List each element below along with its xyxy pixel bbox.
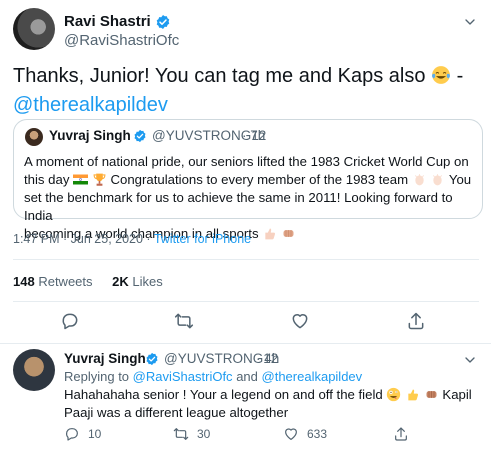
tweet-meta: 1:47 PM · Jun 25, 2020 · Twitter for iPh… (13, 232, 251, 246)
thumbs-up-icon (265, 228, 276, 240)
quote-line: Congratulations to every member of the 1… (110, 172, 409, 187)
avatar[interactable] (13, 8, 55, 50)
replying-to: Replying to @RaviShastriOfc and @thereal… (64, 369, 362, 384)
retweet-count: 30 (197, 427, 211, 441)
share-icon[interactable] (406, 311, 426, 331)
verified-badge-icon (156, 15, 170, 29)
avatar[interactable] (13, 349, 55, 391)
tweet-text: Thanks, Junior! You can tag me and Kaps … (13, 62, 483, 120)
quote-text: A moment of national pride, our seniors … (24, 153, 476, 243)
likes-count: 2K (112, 274, 129, 289)
mention-link[interactable]: @therealkapildev (262, 369, 363, 384)
retweets-stat[interactable]: 148 Retweets (13, 274, 93, 289)
trophy-icon (93, 173, 106, 186)
reply-line: Hahahahaha senior ! Your a legend on and… (64, 387, 383, 402)
reply-share-action[interactable] (393, 426, 417, 442)
divider (13, 301, 479, 302)
section-divider (0, 343, 491, 344)
quote-line: set the benchmark for us to achieve the … (24, 190, 453, 223)
verified-badge-icon (146, 352, 158, 366)
quoted-tweet[interactable]: Yuvraj Singh @YUVSTRONG12 · 7h A moment … (13, 119, 483, 241)
replying-and: and (236, 369, 258, 384)
like-count: 633 (307, 427, 328, 441)
reply-line: Paaji was a different league altogether (64, 405, 289, 420)
likes-stat[interactable]: 2K Likes (112, 274, 163, 289)
reply-text: Hahahahaha senior ! Your a legend on and… (64, 386, 474, 422)
author-name[interactable]: Ravi Shastri (64, 13, 151, 30)
tweet-text-dash: - (456, 65, 464, 87)
reply-retweet-action[interactable]: 30 (173, 426, 210, 442)
quote-author-name: Yuvraj Singh (49, 128, 131, 143)
clapping-hands-icon (414, 174, 424, 186)
quote-line: this day (24, 172, 70, 187)
thumbs-up-icon (408, 389, 419, 401)
divider (13, 259, 479, 260)
retweet-icon (173, 428, 189, 440)
source-link[interactable]: Twitter for iPhone (154, 232, 251, 246)
chevron-down-icon[interactable] (462, 14, 478, 30)
like-heart-icon[interactable] (290, 311, 310, 331)
retweets-count: 148 (13, 274, 35, 289)
reply-time[interactable]: · 4h (256, 351, 279, 366)
quote-time: · 7h (242, 128, 266, 143)
author-handle[interactable]: @RaviShastriOfc (64, 32, 179, 49)
zany-face-icon (387, 387, 401, 402)
india-flag-icon (73, 174, 89, 185)
tears-of-joy-emoji-icon (432, 66, 451, 84)
verified-badge-icon (134, 129, 146, 143)
reply-author-name[interactable]: Yuvraj Singh (64, 351, 146, 366)
reply-line: Kapil (442, 387, 472, 402)
reply-like-action[interactable]: 633 (283, 426, 327, 442)
like-heart-icon (285, 428, 297, 440)
reply-icon (66, 428, 78, 441)
tweet-text-body: Thanks, Junior! You can tag me and Kaps … (13, 65, 426, 87)
likes-label: Likes (132, 274, 163, 289)
retweet-icon[interactable] (174, 311, 194, 331)
engagement-stats: 148 Retweets 2K Likes (13, 274, 163, 289)
main-tweet: Ravi Shastri @RaviShastriOfc Thanks, Jun… (0, 0, 491, 343)
mention-link[interactable]: @therealkapildev (13, 94, 168, 116)
quote-line: A moment of national pride, our seniors … (24, 154, 469, 169)
quote-avatar (25, 128, 43, 146)
share-icon (395, 427, 407, 441)
clapping-hands-icon (433, 174, 443, 186)
quote-line: You (448, 172, 472, 187)
reply-icon[interactable] (60, 311, 80, 331)
fist-bump-icon (426, 391, 437, 398)
reply-count: 10 (88, 427, 102, 441)
chevron-down-icon[interactable] (462, 352, 478, 368)
replying-to-label: Replying to (64, 369, 130, 384)
timestamp[interactable]: 1:47 PM · Jun 25, 2020 · (13, 232, 154, 246)
retweets-label: Retweets (38, 274, 93, 289)
reply-reply-action[interactable]: 10 (64, 426, 101, 442)
mention-link[interactable]: @RaviShastriOfc (133, 369, 233, 384)
fist-bump-icon (283, 230, 294, 237)
